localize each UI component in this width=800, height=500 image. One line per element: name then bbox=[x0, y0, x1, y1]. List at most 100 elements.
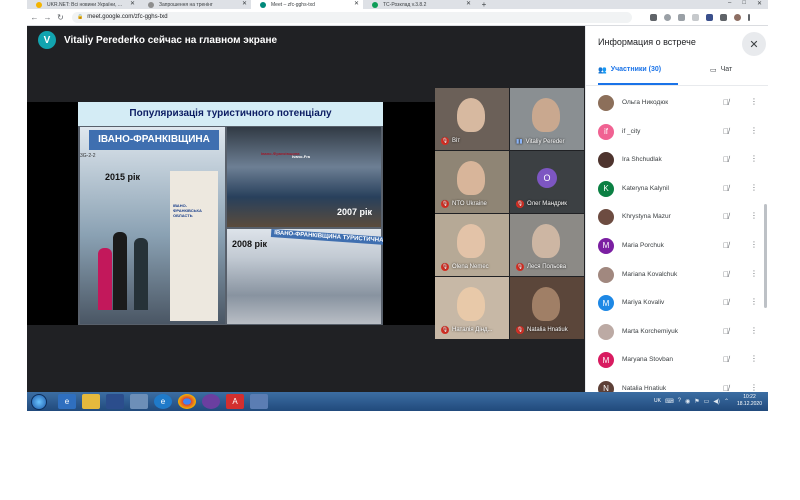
participant-video bbox=[532, 98, 560, 132]
more-options-icon[interactable]: ⋮ bbox=[750, 240, 758, 249]
presenter-avatar: V bbox=[38, 31, 56, 49]
app-window-icon[interactable] bbox=[250, 394, 268, 409]
forward-button[interactable]: → bbox=[42, 13, 53, 22]
document-favicon-icon bbox=[148, 2, 154, 8]
tile-name: Natalia Hnatiuk bbox=[527, 327, 568, 333]
extension-icon[interactable] bbox=[706, 13, 713, 21]
close-tab-icon[interactable]: ✕ bbox=[466, 0, 471, 7]
browser-icon[interactable] bbox=[202, 394, 220, 409]
participant-tile[interactable]: 🎙 Olena Nemec bbox=[435, 214, 509, 276]
share-icon[interactable] bbox=[678, 13, 685, 21]
participant-tile[interactable]: 🎙 Наталія Дінд... bbox=[435, 277, 509, 339]
slide-code: 3G-2-2 bbox=[80, 153, 96, 159]
participant-row[interactable]: if if _city 🎙̸ ⋮ bbox=[598, 122, 758, 151]
chevron-icon[interactable]: ⌃ bbox=[724, 398, 729, 405]
participant-row[interactable]: M Maria Porchuk 🎙̸ ⋮ bbox=[598, 236, 758, 265]
participant-list-scrollbar[interactable] bbox=[764, 204, 767, 308]
mic-off-icon[interactable]: 🎙̸ bbox=[723, 212, 729, 221]
mic-off-icon[interactable]: 🎙̸ bbox=[723, 298, 729, 307]
keyboard-icon[interactable]: ⌨ bbox=[665, 398, 674, 405]
browser-tab-ukrnet[interactable]: UKR.NET: Всі новини України, ... ✕ bbox=[27, 0, 139, 9]
tab-chat[interactable]: ▭ Чат bbox=[710, 66, 732, 74]
photo-banner: ІВАНО-ФРАНКІВЩИНА ТУРИСТИЧНА bbox=[270, 228, 383, 246]
participant-row[interactable]: M Mariya Kovaliv 🎙̸ ⋮ bbox=[598, 293, 758, 322]
participant-tile[interactable]: 🎙 Natalia Hnatiuk bbox=[510, 277, 584, 339]
more-options-icon[interactable]: ⋮ bbox=[750, 269, 758, 278]
mic-off-icon[interactable]: 🎙̸ bbox=[723, 127, 729, 136]
screen-icon[interactable]: ▭ bbox=[704, 398, 710, 405]
more-options-icon[interactable]: ⋮ bbox=[750, 354, 758, 363]
windows-taskbar: e e A UK ⌨ ? ◉ ⚑ ▭ ◀) ⌃ 10:22 18.12.2020 bbox=[27, 392, 768, 411]
more-options-icon[interactable]: ⋮ bbox=[750, 126, 758, 135]
participant-tile[interactable]: ▮▮ Vitaliy Pereder bbox=[510, 88, 584, 150]
document-icon[interactable] bbox=[130, 394, 148, 409]
language-indicator[interactable]: UK bbox=[654, 398, 661, 404]
close-window-button[interactable]: ✕ bbox=[757, 0, 762, 7]
save-icon[interactable] bbox=[106, 394, 124, 409]
chrome-icon[interactable] bbox=[178, 394, 196, 409]
mic-off-icon[interactable]: 🎙̸ bbox=[723, 327, 729, 336]
avatar[interactable] bbox=[734, 13, 741, 21]
more-options-icon[interactable]: ⋮ bbox=[750, 154, 758, 163]
participant-row[interactable]: Marta Korchemiyuk 🎙̸ ⋮ bbox=[598, 322, 758, 351]
participant-row[interactable]: M Maryana Stovban 🎙̸ ⋮ bbox=[598, 350, 758, 379]
folder-icon[interactable] bbox=[82, 394, 100, 409]
participant-tile[interactable]: 🎙 Леся Польова bbox=[510, 214, 584, 276]
network-icon[interactable]: ◉ bbox=[685, 398, 690, 405]
participant-row[interactable]: Mariana Kovalchuk 🎙̸ ⋮ bbox=[598, 265, 758, 294]
mic-off-icon[interactable]: 🎙̸ bbox=[723, 184, 729, 193]
participant-name: Maria Porchuk bbox=[622, 241, 664, 249]
volume-icon[interactable]: ◀) bbox=[713, 398, 720, 405]
more-options-icon[interactable]: ⋮ bbox=[750, 326, 758, 335]
mic-off-icon[interactable]: 🎙̸ bbox=[723, 98, 729, 107]
participant-row[interactable]: Khrystyna Mazur 🎙̸ ⋮ bbox=[598, 207, 758, 236]
address-bar[interactable]: 🔒 meet.google.com/zfc-gghs-txd bbox=[72, 11, 632, 23]
more-options-icon[interactable]: ⋮ bbox=[750, 383, 758, 392]
flag-icon[interactable]: ⚑ bbox=[694, 398, 699, 405]
presentation-stage[interactable]: Популяризація туристичного потенціалу ІВ… bbox=[27, 102, 435, 325]
reload-button[interactable]: ↻ bbox=[55, 13, 66, 22]
participant-name: Maryana Stovban bbox=[622, 356, 673, 364]
participant-tile[interactable]: O 🎙 Олег Мандрик bbox=[510, 151, 584, 213]
help-icon[interactable]: ? bbox=[678, 398, 681, 404]
participant-row[interactable]: Ольга Никодюк 🎙̸ ⋮ bbox=[598, 93, 758, 122]
participant-tile[interactable]: 🎙 NTO Ukraine bbox=[435, 151, 509, 213]
close-tab-icon[interactable]: ✕ bbox=[130, 0, 135, 7]
tab-participants[interactable]: 👥 Участники (30) bbox=[598, 66, 661, 82]
participant-tile[interactable]: 🎙 Віт bbox=[435, 88, 509, 150]
mic-off-icon[interactable]: 🎙̸ bbox=[723, 155, 729, 164]
participant-name: Marta Korchemiyuk bbox=[622, 327, 678, 335]
puzzle-icon[interactable] bbox=[720, 13, 727, 21]
zoom-icon[interactable] bbox=[664, 13, 671, 21]
mic-off-icon[interactable]: 🎙̸ bbox=[723, 241, 729, 250]
participant-row[interactable]: K Kateryna Kalynil 🎙̸ ⋮ bbox=[598, 179, 758, 208]
browser-tab-meet[interactable]: Meet – zfc-gghs-txd ✕ bbox=[251, 0, 363, 9]
browser-tab-invitation[interactable]: Запрошення на тренінг ✕ bbox=[139, 0, 251, 9]
camera-icon[interactable] bbox=[650, 13, 657, 21]
maximize-button[interactable]: □ bbox=[742, 0, 746, 7]
star-icon[interactable] bbox=[692, 13, 699, 21]
close-tab-icon[interactable]: ✕ bbox=[354, 0, 359, 7]
participant-row[interactable]: Ira Shchudlak 🎙̸ ⋮ bbox=[598, 150, 758, 179]
browser-tab-schedule[interactable]: ТС-Розклад v.3.8.2 ✕ bbox=[363, 0, 475, 9]
more-options-icon[interactable]: ⋮ bbox=[750, 297, 758, 306]
ie-icon[interactable]: e bbox=[58, 394, 76, 409]
stand-label: ІВАНО-ФРАНКІВСЬКА ОБЛАСТЬ bbox=[173, 203, 202, 218]
presenter-banner: V Vitaliy Perederko сейчас на главном эк… bbox=[38, 31, 277, 49]
close-panel-button[interactable]: ✕ bbox=[742, 32, 766, 56]
mic-off-icon[interactable]: 🎙̸ bbox=[723, 270, 729, 279]
taskbar-clock[interactable]: 10:22 18.12.2020 bbox=[737, 394, 762, 408]
back-button[interactable]: ← bbox=[29, 13, 40, 22]
mic-off-icon: 🎙 bbox=[516, 263, 524, 271]
new-tab-button[interactable]: + bbox=[479, 0, 489, 9]
more-options-icon[interactable]: ⋮ bbox=[750, 183, 758, 192]
close-tab-icon[interactable]: ✕ bbox=[242, 0, 247, 7]
pdf-icon[interactable]: A bbox=[226, 394, 244, 409]
menu-dots-icon[interactable] bbox=[748, 13, 750, 21]
more-options-icon[interactable]: ⋮ bbox=[750, 97, 758, 106]
start-button[interactable] bbox=[31, 393, 47, 410]
more-options-icon[interactable]: ⋮ bbox=[750, 211, 758, 220]
edge-icon[interactable]: e bbox=[154, 394, 172, 409]
minimize-button[interactable]: – bbox=[728, 0, 731, 7]
mic-off-icon[interactable]: 🎙̸ bbox=[723, 355, 729, 364]
